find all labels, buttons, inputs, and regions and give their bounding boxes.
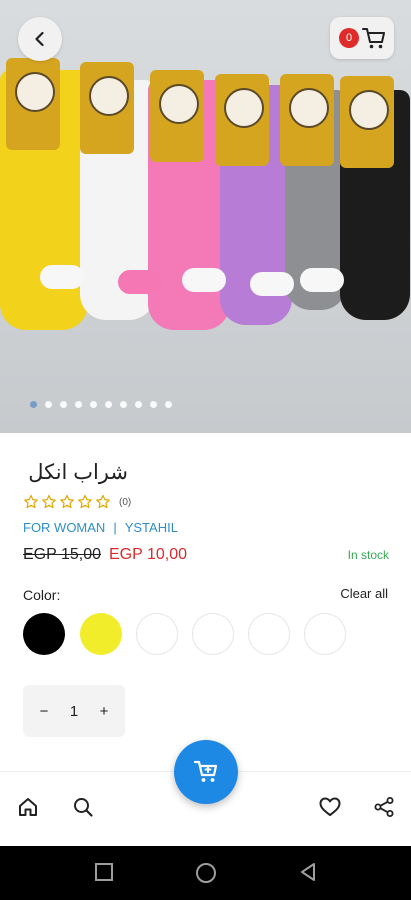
- cart-button[interactable]: 0: [330, 17, 394, 59]
- product-photo-label: [340, 76, 394, 168]
- quantity-stepper: − 1 +: [23, 685, 125, 737]
- brand-link[interactable]: YSTAHIL: [125, 520, 178, 535]
- product-title: شراب انكل: [28, 461, 128, 484]
- product-photo-toe: [250, 272, 294, 296]
- home-icon[interactable]: [17, 796, 39, 818]
- star-icon: [96, 494, 110, 509]
- quantity-decrease-button[interactable]: −: [33, 703, 55, 720]
- gallery-pagination: [30, 401, 172, 408]
- star-icon: [42, 494, 56, 509]
- gallery-dot[interactable]: [75, 401, 82, 408]
- product-photo-toe: [40, 265, 84, 289]
- rating-count: (0): [119, 497, 132, 508]
- add-to-cart-button[interactable]: [174, 740, 238, 804]
- recents-icon[interactable]: [94, 862, 114, 882]
- gallery-dot[interactable]: [120, 401, 127, 408]
- gallery-dot[interactable]: [165, 401, 172, 408]
- color-swatch[interactable]: [136, 613, 178, 655]
- product-photo-label: [6, 58, 60, 150]
- gallery-dot[interactable]: [90, 401, 97, 408]
- star-icon: [78, 494, 92, 509]
- star-icon: [24, 494, 38, 509]
- product-photo-toe: [300, 268, 344, 292]
- product-photo-label: [280, 74, 334, 166]
- gallery-dot[interactable]: [150, 401, 157, 408]
- old-price: EGP 15,00: [23, 546, 101, 563]
- gallery-dot[interactable]: [60, 401, 67, 408]
- product-photo-label: [215, 74, 269, 166]
- star-icon: [60, 494, 74, 509]
- current-price: EGP 10,00: [109, 546, 187, 563]
- heart-icon[interactable]: [318, 796, 342, 818]
- stock-status: In stock: [347, 548, 389, 562]
- color-swatch[interactable]: [192, 613, 234, 655]
- product-photo-toe: [118, 270, 162, 294]
- back-system-icon[interactable]: [298, 862, 318, 882]
- cart-icon: [362, 28, 385, 49]
- product-image-gallery[interactable]: [0, 0, 411, 433]
- search-icon[interactable]: [72, 796, 94, 818]
- color-swatch[interactable]: [80, 613, 122, 655]
- category-link[interactable]: FOR WOMAN: [23, 520, 105, 535]
- color-swatch[interactable]: [23, 613, 65, 655]
- product-photo-toe: [182, 268, 226, 292]
- share-icon[interactable]: [373, 796, 395, 818]
- cart-count-badge: 0: [339, 28, 359, 48]
- product-meta: FOR WOMAN | YSTAHIL: [23, 520, 178, 535]
- quantity-increase-button[interactable]: +: [93, 703, 115, 720]
- product-photo-label: [80, 62, 134, 154]
- back-icon: [35, 31, 44, 47]
- product-photo-label: [150, 70, 204, 162]
- back-button[interactable]: [18, 17, 62, 61]
- clear-all-button[interactable]: Clear all: [340, 586, 388, 601]
- color-swatch[interactable]: [304, 613, 346, 655]
- home-system-icon[interactable]: [195, 862, 217, 884]
- gallery-dot[interactable]: [45, 401, 52, 408]
- gallery-dot[interactable]: [135, 401, 142, 408]
- gallery-dot[interactable]: [105, 401, 112, 408]
- rating-stars: [23, 494, 111, 510]
- meta-separator: |: [113, 520, 117, 535]
- quantity-value: 1: [69, 702, 79, 720]
- color-swatch[interactable]: [248, 613, 290, 655]
- gallery-dot[interactable]: [30, 401, 37, 408]
- color-label: Color:: [23, 587, 61, 603]
- cart-fab-icon: [193, 760, 218, 782]
